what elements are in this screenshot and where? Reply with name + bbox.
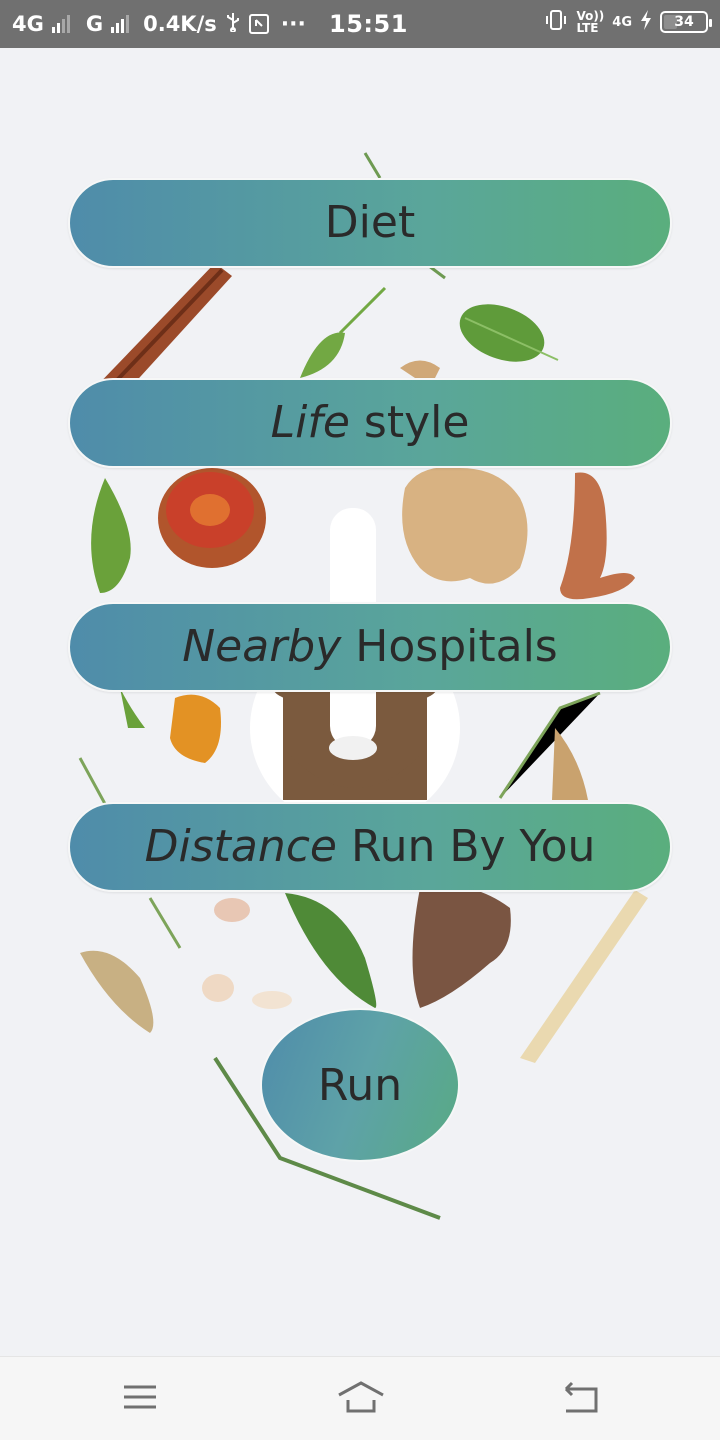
diet-button-label: Diet: [324, 197, 416, 248]
usb-icon: [225, 12, 241, 37]
status-left: 4G G 0.4K/s ···: [12, 12, 306, 37]
nearby-hospitals-button-label: Nearby Hospitals: [182, 625, 557, 669]
battery-level: 34: [674, 14, 694, 30]
nearby-label-rest: Hospitals: [341, 621, 558, 672]
signal-icon-2: [111, 15, 130, 33]
network-label-4g: 4G: [12, 12, 44, 36]
usb-debug-icon: [248, 14, 269, 34]
nearby-hospitals-button[interactable]: Nearby Hospitals: [68, 602, 672, 692]
clock: 15:51: [329, 10, 408, 38]
distance-run-button-label: Distance Run By You: [145, 825, 596, 869]
status-bar: 4G G 0.4K/s ··· 15:51 Vo)) LTE 4G 34: [0, 0, 720, 48]
main-content: Diet Life style Nearby Hospitals Distanc…: [0, 48, 720, 1356]
back-icon[interactable]: [560, 1379, 600, 1419]
vibrate-icon: [544, 8, 568, 36]
network-speed: 0.4K/s: [143, 12, 217, 36]
volte-bottom: LTE: [576, 21, 599, 35]
signal-icon: [51, 15, 70, 33]
lifestyle-label-rest: style: [349, 397, 470, 448]
navigation-bar: [0, 1356, 720, 1440]
status-right: Vo)) LTE 4G 34: [544, 8, 712, 36]
network-label-g: G: [85, 12, 104, 36]
distance-label-rest: Run By You: [337, 821, 596, 872]
more-icon: ···: [280, 11, 306, 37]
volte-indicator: Vo)) LTE: [576, 10, 604, 34]
distance-run-button[interactable]: Distance Run By You: [68, 802, 672, 892]
distance-label-italic: Distance: [144, 821, 337, 872]
home-icon[interactable]: [336, 1379, 386, 1419]
battery-icon: 34: [660, 11, 712, 33]
lifestyle-button-label: Life style: [271, 401, 470, 445]
diet-button[interactable]: Diet: [68, 178, 672, 268]
network-label-4g-right: 4G: [612, 14, 632, 30]
lifestyle-button[interactable]: Life style: [68, 378, 672, 468]
lifestyle-label-italic: Life: [270, 397, 350, 448]
menu-icon[interactable]: [122, 1379, 158, 1419]
run-button-label: Run: [317, 1059, 403, 1111]
charging-icon: [640, 10, 652, 34]
run-button[interactable]: Run: [260, 1008, 460, 1162]
nearby-label-italic: Nearby: [182, 621, 342, 672]
